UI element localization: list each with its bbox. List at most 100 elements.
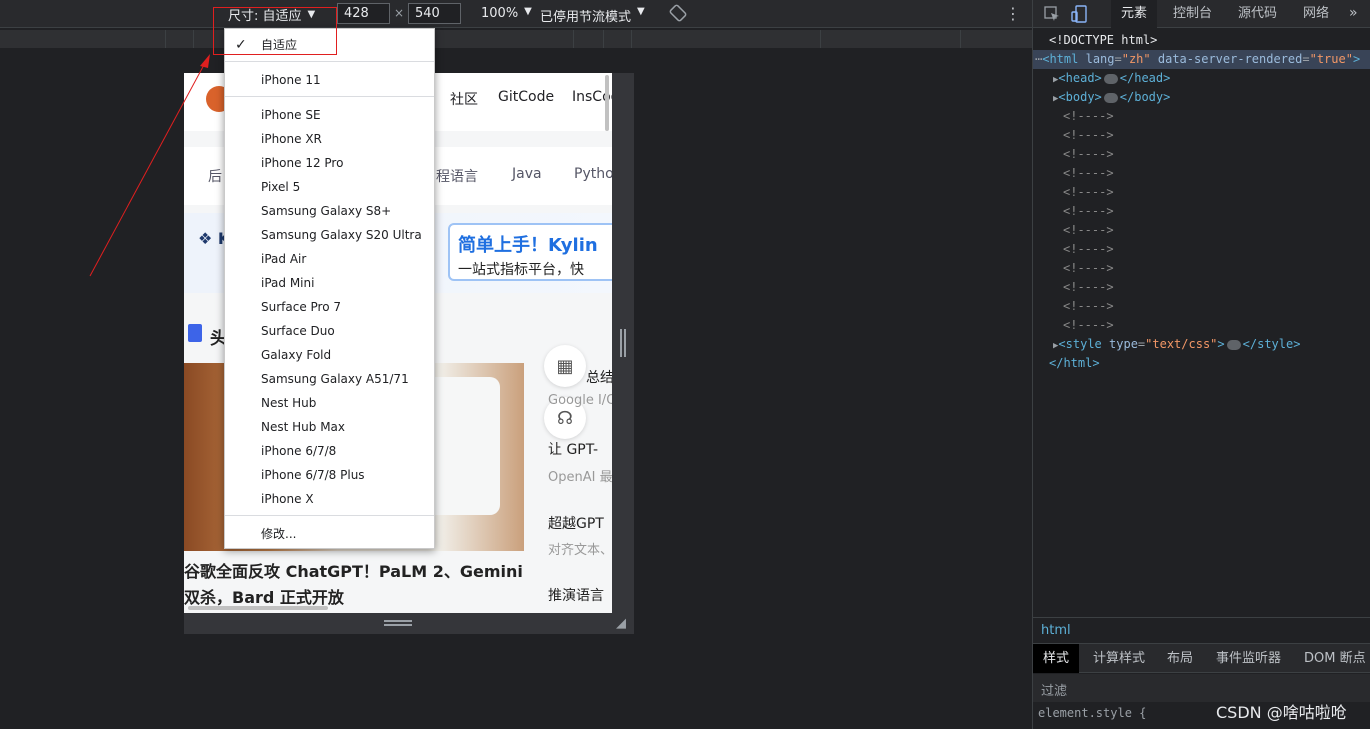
dom-comment-node[interactable]: <!----> <box>1033 183 1370 202</box>
dimensions-dropdown[interactable]: 尺寸: 自适应 ▼ <box>228 5 315 24</box>
comment-text: <!----> <box>1063 185 1114 199</box>
menu-item-device[interactable]: iPhone 6/7/8 Plus <box>225 463 434 487</box>
comment-text: <!----> <box>1063 242 1114 256</box>
tab-computed[interactable]: 计算样式 <box>1083 644 1155 673</box>
category-item[interactable]: 后 <box>208 166 222 186</box>
resize-handle-bottom[interactable] <box>384 620 412 626</box>
comment-text: <!----> <box>1063 147 1114 161</box>
watermark: CSDN @啥咕啦呛 <box>1216 703 1347 722</box>
menu-item-device[interactable]: iPhone 11 <box>225 68 434 92</box>
tab-layout[interactable]: 布局 <box>1157 644 1203 673</box>
right-article-sub: Google I/O <box>548 393 617 408</box>
right-article-sub: 对齐文本、 <box>548 543 614 558</box>
dom-comment-node[interactable]: <!----> <box>1033 202 1370 221</box>
menu-item-device[interactable]: iPhone 6/7/8 <box>225 439 434 463</box>
dom-comment-node[interactable]: <!----> <box>1033 145 1370 164</box>
menu-item-device[interactable]: Surface Pro 7 <box>225 295 434 319</box>
dropdown-arrow-icon: ▼ <box>307 9 316 20</box>
resize-rail-right <box>612 73 634 613</box>
inspect-element-icon[interactable] <box>1043 5 1061 23</box>
menu-divider <box>225 61 434 62</box>
more-tabs-icon[interactable]: » <box>1349 5 1358 21</box>
dom-comment-node[interactable]: <!----> <box>1033 278 1370 297</box>
menu-item-device[interactable]: Samsung Galaxy S8+ <box>225 199 434 223</box>
width-input[interactable] <box>337 3 390 24</box>
comment-text: <!----> <box>1063 128 1114 142</box>
dom-comment-node[interactable]: <!----> <box>1033 221 1370 240</box>
resize-rail-bottom <box>184 613 634 634</box>
dom-body-node[interactable]: ▶<body> </body> <box>1033 88 1370 107</box>
comment-text: <!----> <box>1063 166 1114 180</box>
dom-comment-node[interactable]: <!----> <box>1033 126 1370 145</box>
dom-html-node[interactable]: ⋯<html lang="zh" data-server-rendered="t… <box>1033 50 1370 69</box>
throttling-dropdown[interactable]: 已停用节流模式 ▼ <box>540 6 645 25</box>
menu-item-device[interactable]: iPhone X <box>225 487 434 511</box>
dom-head-node[interactable]: ▶<head> </head> <box>1033 69 1370 88</box>
dom-comment-node[interactable]: <!----> <box>1033 164 1370 183</box>
menu-item-device[interactable]: Nest Hub <box>225 391 434 415</box>
height-input[interactable] <box>408 3 461 24</box>
element-style-rule: element.style { <box>1038 706 1147 720</box>
menu-item-device[interactable]: Samsung Galaxy S20 Ultra <box>225 223 434 247</box>
menu-item-device[interactable]: iPad Mini <box>225 271 434 295</box>
vertical-scrollbar[interactable] <box>605 75 609 131</box>
media-query-ruler <box>0 30 1032 48</box>
dom-comment-node[interactable]: <!----> <box>1033 297 1370 316</box>
dom-html-close[interactable]: </html> <box>1033 354 1370 373</box>
comment-text: <!----> <box>1063 280 1114 294</box>
rotate-icon[interactable] <box>669 4 687 22</box>
tab-styles[interactable]: 样式 <box>1033 644 1080 673</box>
dom-style-node[interactable]: ▶<style type="text/css"> </style> <box>1033 335 1370 354</box>
menu-item-device[interactable]: iPhone 12 Pro <box>225 151 434 175</box>
right-article-title[interactable]: 总结 <box>586 367 614 387</box>
nav-gitcode[interactable]: GitCode <box>498 89 554 105</box>
right-article-title[interactable]: 推演语言 <box>548 585 604 605</box>
menu-item-edit[interactable]: 修改... <box>225 522 434 546</box>
horizontal-scrollbar[interactable] <box>188 606 328 610</box>
resize-handle-right[interactable] <box>620 329 626 357</box>
category-item[interactable]: Java <box>512 166 542 182</box>
tab-sources[interactable]: 源代码 <box>1228 0 1287 28</box>
banner-subtitle: 一站式指标平台，快 <box>458 262 584 278</box>
menu-item-device[interactable]: Samsung Galaxy A51/71 <box>225 367 434 391</box>
right-article-sub: OpenAI 最 <box>548 470 613 485</box>
qrcode-icon[interactable]: ▦ <box>544 345 586 387</box>
device-toggle-icon[interactable] <box>1071 5 1089 23</box>
menu-item-device[interactable]: iPad Air <box>225 247 434 271</box>
article-title[interactable]: 谷歌全面反攻 ChatGPT！PaLM 2、Gemini 双杀，Bard 正式开… <box>184 559 524 611</box>
right-article-title[interactable]: 超越GPT <box>548 513 604 533</box>
tab-dom-breakpoints[interactable]: DOM 断点 <box>1294 644 1370 673</box>
resize-corner-icon[interactable]: ◢ <box>616 616 626 631</box>
comment-text: <!----> <box>1063 204 1114 218</box>
dom-comment-node[interactable]: <!----> <box>1033 316 1370 335</box>
styles-filter[interactable]: 过滤 <box>1033 674 1370 702</box>
document-icon <box>188 324 202 342</box>
tab-event-listeners[interactable]: 事件监听器 <box>1206 644 1291 673</box>
right-article-title[interactable]: 让 GPT- <box>548 439 598 459</box>
dom-doctype[interactable]: <!DOCTYPE html> <box>1033 31 1370 50</box>
more-options-icon[interactable]: ⋮ <box>1005 4 1021 23</box>
menu-item-responsive[interactable]: ✓ 自适应 <box>225 33 434 57</box>
dom-comment-node[interactable]: <!----> <box>1033 240 1370 259</box>
tab-elements[interactable]: 元素 <box>1111 0 1158 28</box>
category-item[interactable]: Pytho <box>574 166 614 182</box>
menu-item-device[interactable]: Galaxy Fold <box>225 343 434 367</box>
dom-comment-node[interactable]: <!----> <box>1033 259 1370 278</box>
banner-card: 简单上手！Kylin 一站式指标平台，快 <box>448 223 618 281</box>
breadcrumb-html[interactable]: html <box>1041 623 1071 638</box>
tab-network[interactable]: 网络 <box>1293 0 1339 28</box>
menu-item-device[interactable]: iPhone SE <box>225 103 434 127</box>
category-item[interactable]: 程语言 <box>436 166 478 186</box>
times-symbol: × <box>394 6 405 20</box>
tab-console[interactable]: 控制台 <box>1163 0 1222 28</box>
devtools-panel: 元素 控制台 源代码 网络 » <!DOCTYPE html> ⋯<html l… <box>1032 0 1370 729</box>
nav-community[interactable]: 社区 <box>450 89 478 109</box>
dom-comment-node[interactable]: <!----> <box>1033 107 1370 126</box>
menu-item-device[interactable]: Surface Duo <box>225 319 434 343</box>
throttling-value: 已停用节流模式 <box>540 10 632 25</box>
menu-item-device[interactable]: Nest Hub Max <box>225 415 434 439</box>
zoom-value: 100% <box>481 6 519 21</box>
menu-item-device[interactable]: Pixel 5 <box>225 175 434 199</box>
zoom-dropdown[interactable]: 100% ▼ <box>481 6 532 21</box>
menu-item-device[interactable]: iPhone XR <box>225 127 434 151</box>
